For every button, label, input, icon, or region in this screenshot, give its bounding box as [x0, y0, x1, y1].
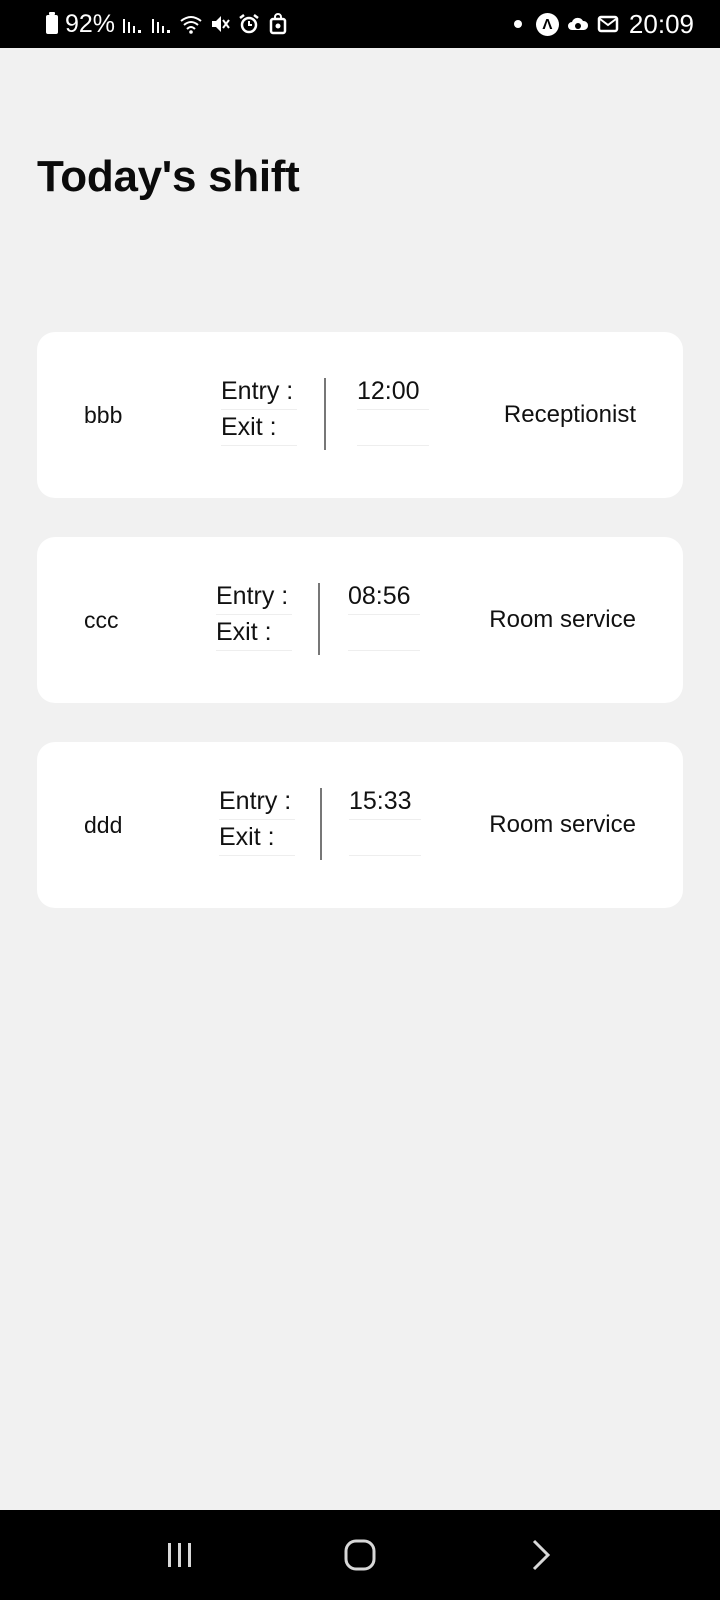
shift-times: 08:56 [348, 579, 420, 651]
shift-labels: Entry : Exit : [221, 374, 297, 446]
shift-card[interactable]: ccc Entry : Exit : 08:56 Room service [37, 537, 683, 703]
alarm-icon [238, 13, 260, 35]
employee-role: Receptionist [503, 401, 636, 428]
exit-time [349, 820, 421, 856]
exit-time [348, 615, 420, 651]
employee-name: bbb [84, 401, 123, 428]
home-icon [344, 1539, 376, 1571]
status-bar-left: 92% [46, 10, 296, 39]
status-clock: 20:09 [628, 8, 694, 39]
recent-apps-button[interactable] [150, 1525, 210, 1585]
shift-card[interactable]: ddd Entry : Exit : 15:33 Room service [37, 742, 683, 908]
navigation-bar [0, 1510, 720, 1600]
shift-times: 12:00 [357, 374, 429, 446]
status-bar: 92% Λ 20:09 [0, 0, 720, 48]
shift-labels: Entry : Exit : [219, 784, 295, 856]
mute-icon [209, 13, 231, 35]
entry-time: 08:56 [348, 579, 420, 615]
entry-time: 15:33 [349, 784, 421, 820]
entry-label: Entry : [216, 579, 292, 615]
notification-dot-icon [513, 20, 522, 28]
shift-card[interactable]: bbb Entry : Exit : 12:00 Receptionist [37, 332, 683, 498]
vertical-divider [318, 583, 320, 655]
employee-role: Room service [489, 811, 636, 838]
vertical-divider [324, 378, 326, 450]
entry-label: Entry : [219, 784, 295, 820]
back-button[interactable] [510, 1525, 570, 1585]
signal-icon [122, 13, 144, 35]
exit-label: Exit : [219, 820, 295, 856]
shift-times: 15:33 [349, 784, 421, 856]
signal-icon [151, 13, 173, 35]
battery-percent: 92% [65, 9, 116, 38]
exit-label: Exit : [216, 615, 292, 651]
employee-role: Room service [489, 606, 636, 633]
employee-name: ddd [84, 811, 123, 838]
battery-icon [46, 11, 58, 34]
status-bar-right: Λ 20:09 [506, 9, 694, 40]
employee-name: ccc [84, 606, 119, 633]
app-a-icon: Λ [535, 12, 559, 36]
recent-apps-icon [168, 1543, 191, 1567]
wifi-icon [180, 13, 202, 35]
vertical-divider [320, 788, 322, 860]
back-icon [532, 1539, 551, 1571]
shift-labels: Entry : Exit : [216, 579, 292, 651]
page-title: Today's shift [37, 152, 300, 201]
entry-label: Entry : [221, 374, 297, 410]
home-button[interactable] [330, 1525, 390, 1585]
exit-time [357, 410, 429, 446]
entry-time: 12:00 [357, 374, 429, 410]
exit-label: Exit : [221, 410, 297, 446]
bag-icon [267, 13, 289, 35]
cloud-icon [567, 13, 589, 35]
mail-icon [597, 13, 619, 35]
